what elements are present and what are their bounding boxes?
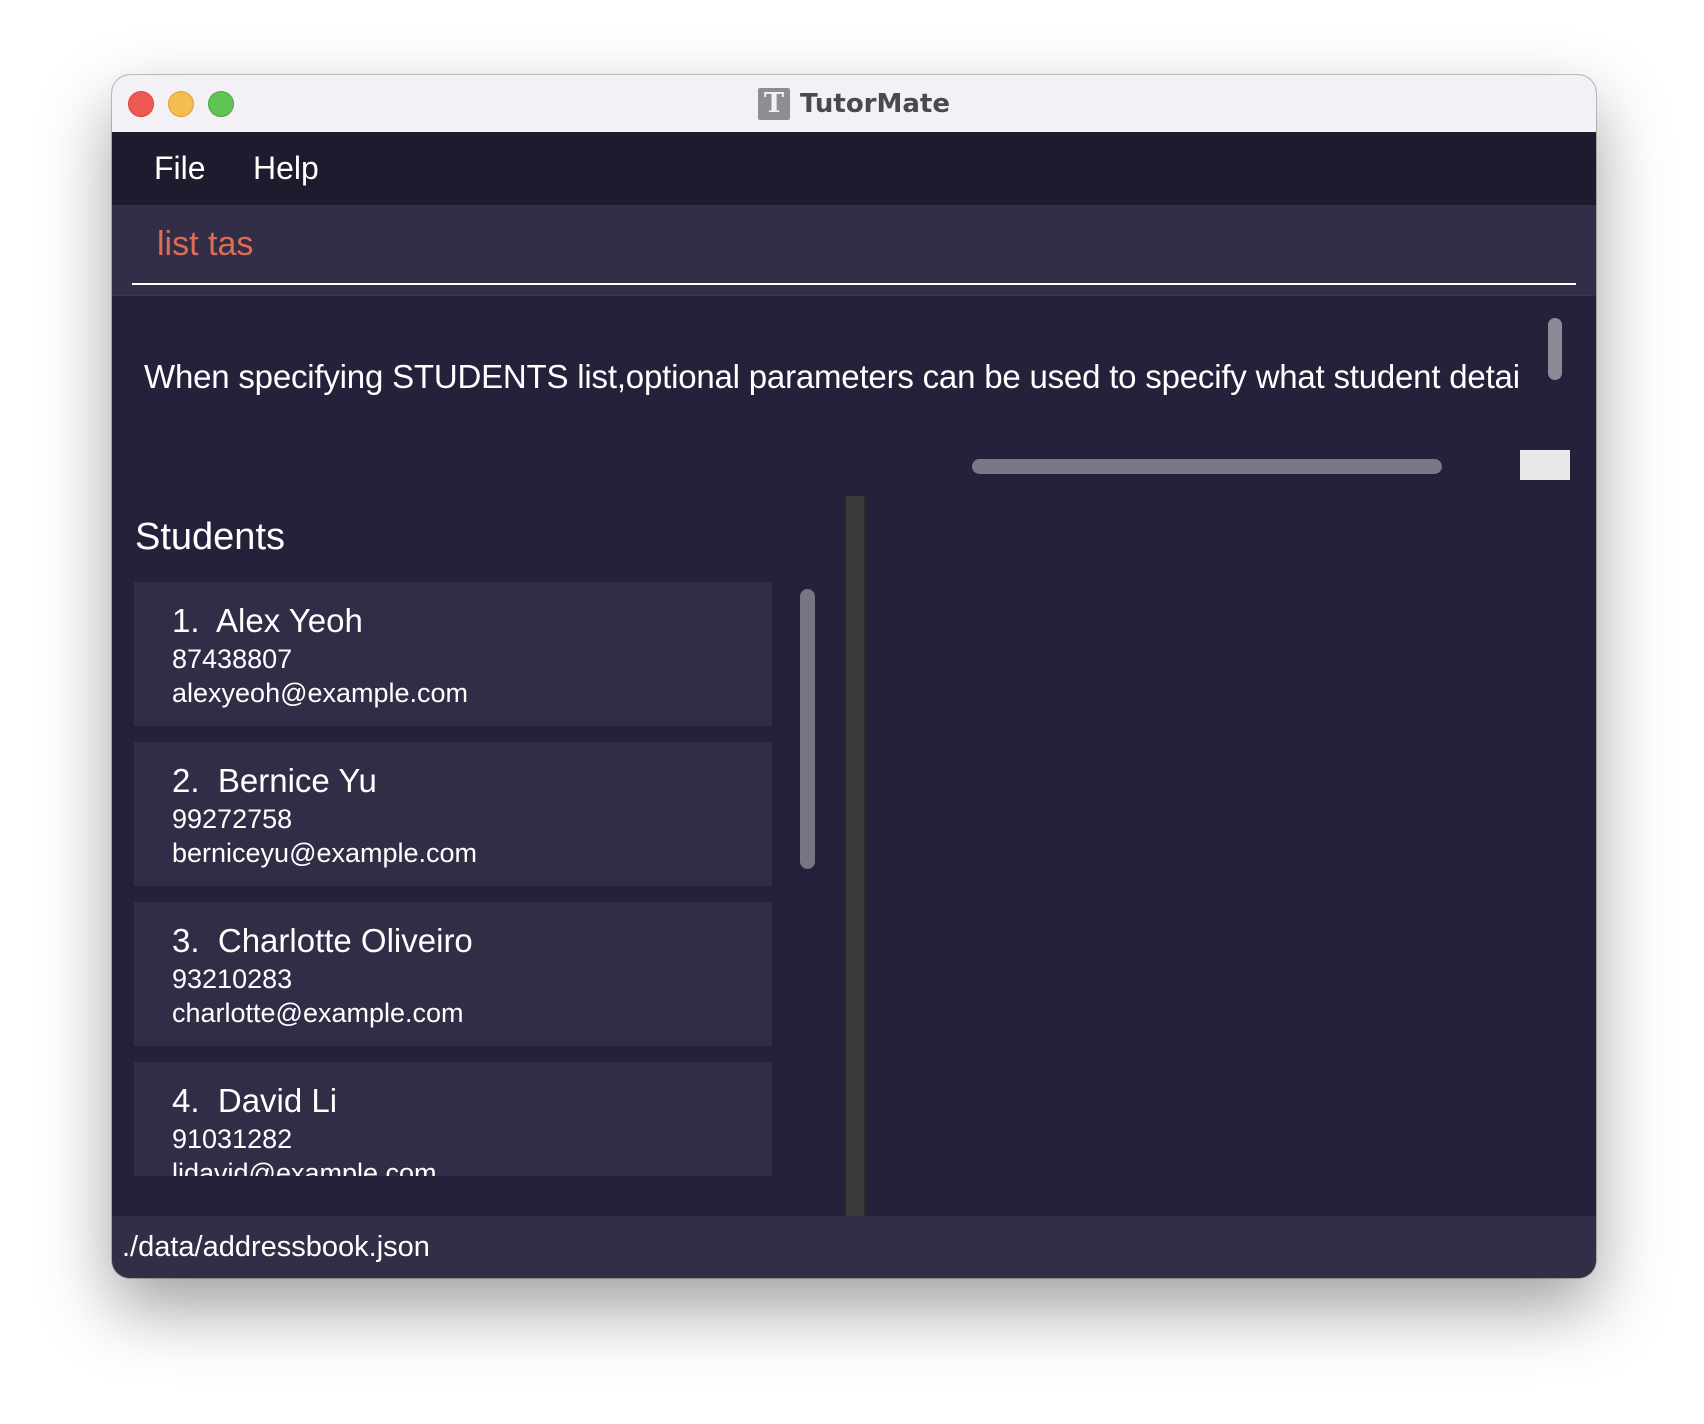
student-list[interactable]: 1. Alex Yeoh 87438807 alexyeoh@example.c… [134,582,772,1176]
app-window: T TutorMate File Help When specifying ST… [112,75,1596,1278]
student-card-3[interactable]: 3. Charlotte Oliveiro 93210283 charlotte… [134,902,772,1046]
save-location-path: ./data/addressbook.json [122,1231,430,1263]
student-phone: 91031282 [172,1124,293,1154]
result-horizontal-scrollbar[interactable] [972,459,1442,474]
detail-panel [865,496,1596,1216]
student-phone: 87438807 [172,644,293,674]
student-card-1[interactable]: 1. Alex Yeoh 87438807 alexyeoh@example.c… [134,582,772,726]
student-phone: 93210283 [172,964,293,994]
window-title-group: T TutorMate [112,75,1596,132]
menu-bar: File Help [112,132,1596,205]
student-email: lidavid@example.com [172,1158,437,1176]
split-pane-divider[interactable] [845,496,865,1216]
student-list-scrollbar[interactable] [800,589,815,869]
student-email: alexyeoh@example.com [172,678,469,708]
student-phone: 99272758 [172,804,293,834]
student-email: berniceyu@example.com [172,838,478,868]
students-heading: Students [135,516,285,558]
status-bar: ./data/addressbook.json [112,1216,1596,1278]
command-input[interactable] [132,205,1576,285]
title-bar[interactable]: T TutorMate [112,75,1596,133]
app-logo-icon: T [758,87,790,120]
student-list-panel: Students 1. Alex Yeoh 87438807 alexyeoh@… [112,496,845,1216]
student-name: 3. Charlotte Oliveiro [172,922,473,959]
student-name: 4. David Li [172,1082,338,1119]
student-card-2[interactable]: 2. Bernice Yu 99272758 berniceyu@example… [134,742,772,886]
student-name: 2. Bernice Yu [172,762,377,799]
result-display: When specifying STUDENTS list,optional p… [112,295,1596,497]
scrollbar-corner [1520,450,1570,480]
result-vertical-scrollbar[interactable] [1548,318,1562,380]
student-email: charlotte@example.com [172,998,464,1028]
window-title: TutorMate [800,88,950,119]
command-box [112,205,1596,295]
student-card-4[interactable]: 4. David Li 91031282 lidavid@example.com [134,1062,772,1176]
menu-help[interactable]: Help [253,132,319,205]
menu-file[interactable]: File [154,132,206,205]
student-name: 1. Alex Yeoh [172,602,363,639]
result-message: When specifying STUDENTS list,optional p… [144,358,1520,395]
